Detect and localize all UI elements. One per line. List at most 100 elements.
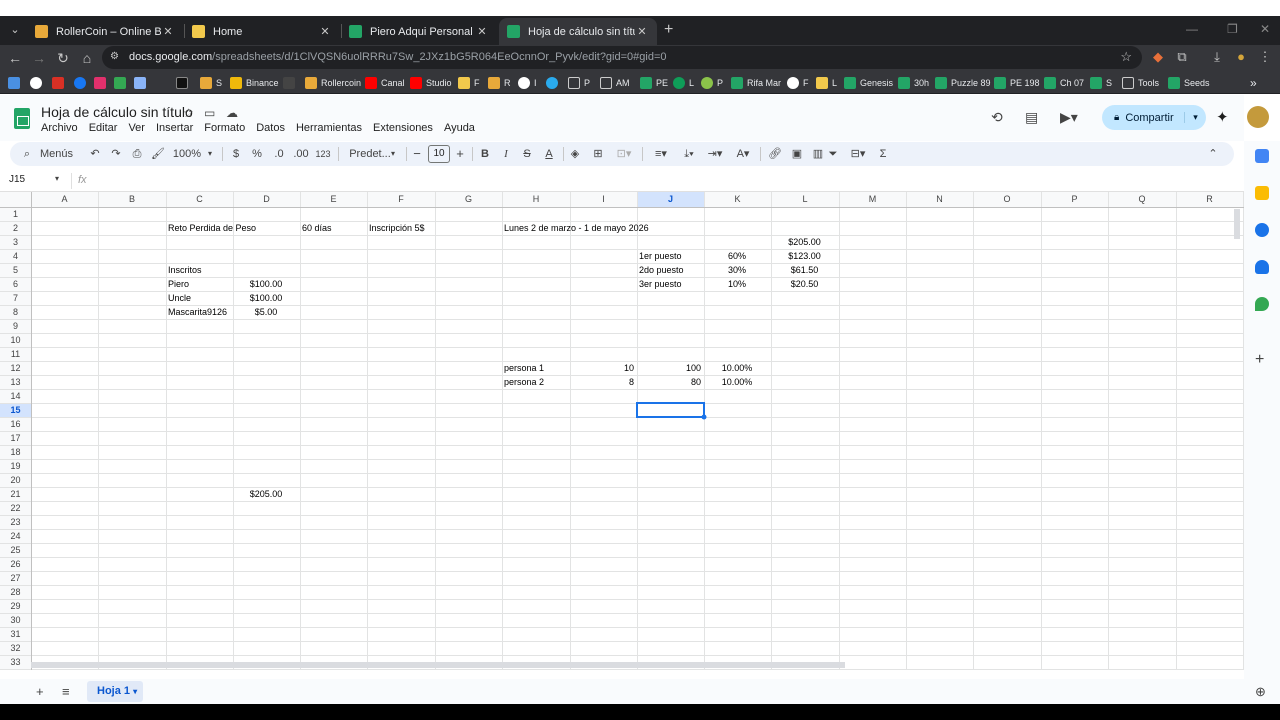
italic-icon[interactable]: I xyxy=(499,142,513,166)
row-header-32[interactable]: 32 xyxy=(0,643,31,653)
text-rotation-icon[interactable]: A▾ xyxy=(732,142,754,166)
cell-h13[interactable]: persona 2 xyxy=(504,375,544,389)
column-header-d[interactable]: D xyxy=(233,194,300,204)
decrease-decimal-button[interactable]: .0 xyxy=(271,142,287,166)
font-size-input[interactable]: 10 xyxy=(428,145,450,163)
minimize-icon[interactable]: — xyxy=(1186,22,1198,36)
row-header-7[interactable]: 7 xyxy=(0,293,31,303)
row-header-4[interactable]: 4 xyxy=(0,251,31,261)
column-header-o[interactable]: O xyxy=(973,194,1041,204)
strikethrough-icon[interactable]: S xyxy=(520,142,534,166)
row-header-20[interactable]: 20 xyxy=(0,475,31,485)
row-header-13[interactable]: 13 xyxy=(0,377,31,387)
bookmark-item[interactable]: P xyxy=(701,75,723,90)
currency-format-button[interactable]: $ xyxy=(229,142,243,166)
search-icon[interactable]: ⌕ xyxy=(20,142,34,166)
address-bar[interactable]: ⚙ docs.google.com/spreadsheets/d/1ClVQSN… xyxy=(102,46,1142,69)
tab-home[interactable]: Home ✕ xyxy=(184,18,340,45)
bookmark-item[interactable]: S xyxy=(200,75,222,90)
row-header-12[interactable]: 12 xyxy=(0,363,31,373)
filter-views-icon[interactable]: ⊟▾ xyxy=(846,142,870,166)
contacts-icon[interactable] xyxy=(1255,260,1269,274)
cell-l6[interactable]: $20.50 xyxy=(773,277,836,291)
row-header-2[interactable]: 2 xyxy=(0,223,31,233)
column-header-k[interactable]: K xyxy=(704,194,771,204)
close-tab-icon[interactable]: ✕ xyxy=(475,25,489,38)
row-header-3[interactable]: 3 xyxy=(0,237,31,247)
row-header-27[interactable]: 27 xyxy=(0,573,31,583)
spreadsheet-grid[interactable]: A B C D E F G H I J K L M N O P Q R 1 2 3 4 5 6 7 8 9 10 11 12 13 14 15 1… xyxy=(0,192,1244,670)
cell-c7[interactable]: Uncle xyxy=(168,291,191,305)
paint-format-icon[interactable]: 🖌︎ xyxy=(151,142,165,166)
cell-j12[interactable]: 100 xyxy=(639,361,701,375)
profile-icon[interactable]: ● xyxy=(1232,49,1250,64)
cell-c2[interactable]: Reto Perdida de Peso xyxy=(168,221,256,235)
row-header-29[interactable]: 29 xyxy=(0,601,31,611)
meet-icon[interactable]: ▶▾ xyxy=(1060,109,1078,126)
bookmark-item[interactable]: F xyxy=(787,75,809,90)
cell-l3[interactable]: $205.00 xyxy=(773,235,836,249)
cell-d8[interactable]: $5.00 xyxy=(235,305,297,319)
keep-icon[interactable] xyxy=(1255,186,1269,200)
extensions-icon[interactable]: ⧉ xyxy=(1173,49,1191,65)
tab-piero-adqui[interactable]: Piero Adqui Personal - Hojas de cálculo … xyxy=(341,18,497,45)
merge-cells-icon[interactable]: ⊡▾ xyxy=(613,142,635,166)
reload-icon[interactable]: ↻ xyxy=(54,49,72,67)
bookmark-pe-198[interactable]: PE 198 xyxy=(994,75,1040,90)
column-header-a[interactable]: A xyxy=(31,194,98,204)
row-header-22[interactable]: 22 xyxy=(0,503,31,513)
cell-i12[interactable]: 10 xyxy=(572,361,634,375)
tab-rollercoin[interactable]: RollerCoin – Online Bitcoin Mining Game … xyxy=(27,18,183,45)
comments-icon[interactable]: ▤ xyxy=(1025,109,1038,126)
column-header-p[interactable]: P xyxy=(1041,194,1108,204)
column-header-b[interactable]: B xyxy=(98,194,166,204)
get-addons-icon[interactable]: + xyxy=(1255,351,1264,369)
row-header-24[interactable]: 24 xyxy=(0,531,31,541)
functions-icon[interactable]: Σ xyxy=(876,142,890,166)
row-header-8[interactable]: 8 xyxy=(0,307,31,317)
column-header-i[interactable]: I xyxy=(570,194,637,204)
row-header-21[interactable]: 21 xyxy=(0,489,31,499)
cell-l5[interactable]: $61.50 xyxy=(773,263,836,277)
explore-icon[interactable]: ⊕ xyxy=(1255,684,1266,700)
close-tab-icon[interactable]: ✕ xyxy=(161,25,175,38)
increase-font-size-icon[interactable]: + xyxy=(454,142,466,166)
cell-d21[interactable]: $205.00 xyxy=(235,487,297,501)
print-icon[interactable]: ⎙ xyxy=(130,142,144,166)
row-header-26[interactable]: 26 xyxy=(0,559,31,569)
column-header-m[interactable]: M xyxy=(839,194,906,204)
cell-i13[interactable]: 8 xyxy=(572,375,634,389)
close-tab-icon[interactable]: ✕ xyxy=(635,25,649,38)
vertical-align-icon[interactable]: ⤓▾ xyxy=(678,142,700,166)
menu-formato[interactable]: Formato xyxy=(204,122,245,134)
bookmark-item[interactable]: S xyxy=(1090,75,1112,90)
bookmark-folder[interactable]: P xyxy=(568,75,590,90)
menu-ver[interactable]: Ver xyxy=(128,122,145,134)
site-info-icon[interactable]: ⚙ xyxy=(110,51,122,63)
row-header-11[interactable]: 11 xyxy=(0,349,31,359)
tab-untitled-sheet[interactable]: Hoja de cálculo sin título - Hojas de cá… xyxy=(499,18,657,45)
column-header-e[interactable]: E xyxy=(300,194,367,204)
column-header-l[interactable]: L xyxy=(771,194,839,204)
increase-decimal-button[interactable]: .00 xyxy=(292,142,310,166)
cell-h2[interactable]: Lunes 2 de marzo - 1 de mayo 2026 xyxy=(504,221,649,235)
back-icon[interactable]: ← xyxy=(6,49,24,67)
bookmark-item[interactable] xyxy=(176,75,192,90)
collapse-toolbar-icon[interactable]: ⌃ xyxy=(1206,142,1220,166)
insert-link-icon[interactable]: 🔗︎ xyxy=(767,142,783,166)
tab-search-icon[interactable]: ⌄ xyxy=(6,21,24,39)
bookmark-folder[interactable]: AM xyxy=(600,75,630,90)
undo-icon[interactable]: ↶ xyxy=(88,142,102,166)
borders-icon[interactable]: ⊞ xyxy=(591,142,605,166)
bookmark-genesis[interactable]: Genesis xyxy=(844,75,893,90)
chevron-down-icon[interactable]: ▾ xyxy=(55,174,59,183)
cloud-saved-icon[interactable]: ☁ xyxy=(226,106,238,120)
chevron-down-icon[interactable]: ▾ xyxy=(205,142,215,166)
row-header-1[interactable]: 1 xyxy=(0,209,31,219)
maps-icon[interactable] xyxy=(1255,297,1269,311)
bookmark-item[interactable] xyxy=(283,75,299,90)
zoom-select[interactable]: 100% xyxy=(172,142,202,166)
extension-fox-icon[interactable]: ◆ xyxy=(1149,49,1167,65)
row-header-23[interactable]: 23 xyxy=(0,517,31,527)
bookmark-tools-folder[interactable]: Tools xyxy=(1122,75,1159,90)
